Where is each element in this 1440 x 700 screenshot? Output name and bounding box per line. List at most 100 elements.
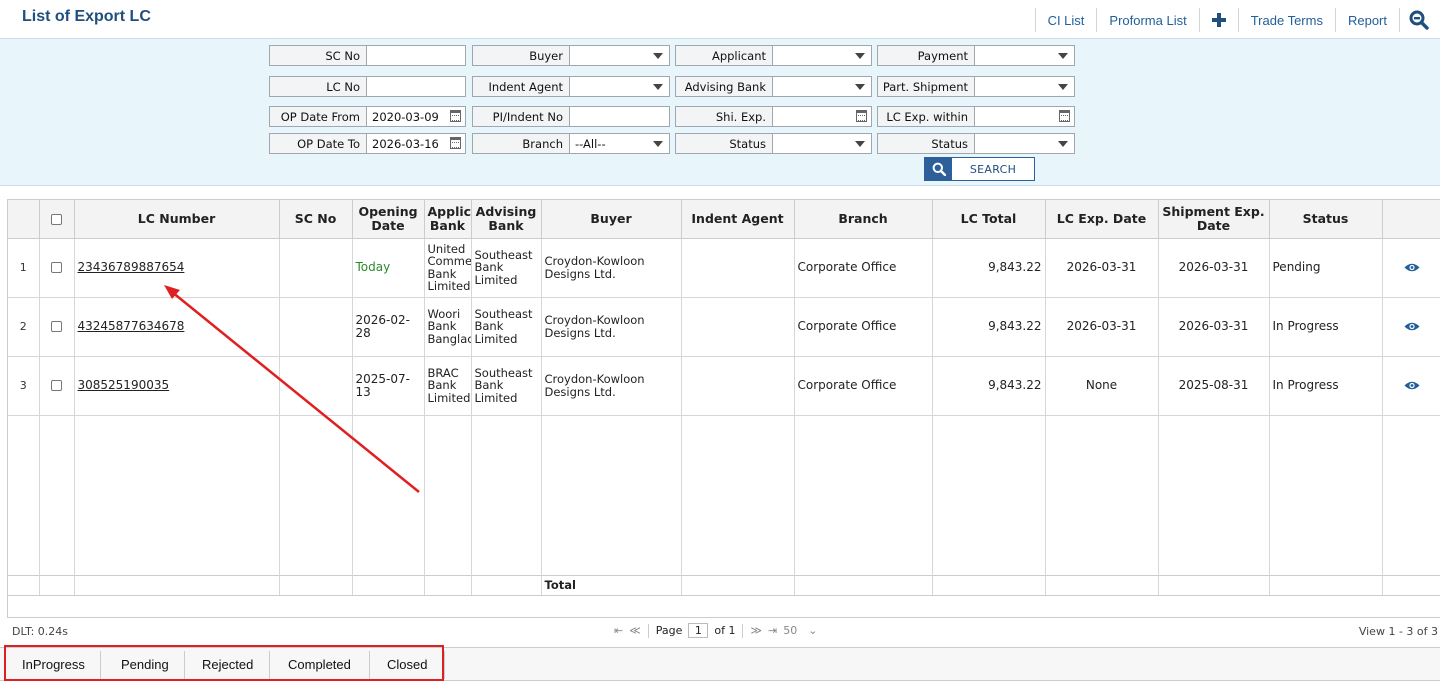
trade-terms-link[interactable]: Trade Terms: [1247, 13, 1327, 28]
search-button[interactable]: SEARCH: [924, 157, 1035, 181]
lc-number-link[interactable]: 308525190035: [78, 378, 170, 392]
chevron-down-icon[interactable]: ⌄: [808, 624, 817, 637]
tab-pending[interactable]: Pending: [121, 657, 169, 672]
lc-table: LC Number SC No Opening Date Applic Bank…: [8, 200, 1440, 596]
pager-divider: [647, 623, 649, 638]
total-label: Total: [541, 574, 682, 596]
col-advising-bank[interactable]: Advising Bank: [471, 200, 542, 239]
lc-number-link[interactable]: 23436789887654: [78, 260, 185, 274]
sc-no-input[interactable]: [367, 46, 465, 65]
tab-rejected[interactable]: Rejected: [202, 657, 253, 672]
sc-no-field[interactable]: [372, 49, 461, 63]
row-checkbox[interactable]: [51, 380, 62, 391]
row-select-cell: [39, 297, 75, 357]
indent-agent-cell: [681, 356, 795, 416]
select-all-checkbox[interactable]: [51, 213, 62, 225]
tab-divider: [269, 651, 270, 679]
page-label: Page: [655, 624, 683, 637]
row-checkbox[interactable]: [51, 262, 62, 273]
calendar-icon[interactable]: [1059, 110, 1070, 122]
advising-bank-cell: Southeast Bank Limited: [471, 297, 542, 357]
status-select[interactable]: [773, 134, 871, 153]
status-filter-2: Status: [877, 133, 1075, 154]
col-applicant-bank[interactable]: Applic Bank: [424, 200, 472, 239]
buyer-select[interactable]: [570, 46, 669, 65]
col-lc-number[interactable]: LC Number: [74, 200, 280, 239]
next-page-icon[interactable]: ≫: [750, 624, 762, 637]
view-eye-icon[interactable]: [1404, 262, 1420, 273]
page-title: List of Export LC: [22, 8, 151, 25]
first-page-icon[interactable]: ⇤: [614, 624, 623, 637]
branch-cell: Corporate Office: [794, 297, 933, 357]
calendar-icon[interactable]: [856, 110, 867, 122]
pi-indent-no-field[interactable]: [575, 110, 665, 124]
view-eye-icon[interactable]: [1404, 321, 1420, 332]
advising-bank-select[interactable]: [773, 77, 871, 96]
search-icon: [925, 158, 952, 180]
toolbar-divider: [1198, 8, 1200, 32]
toolbar-divider: [1096, 8, 1098, 32]
col-indent-agent[interactable]: Indent Agent: [681, 200, 795, 239]
applicant-select[interactable]: [773, 46, 871, 65]
filter-label: Advising Bank: [676, 77, 773, 96]
payment-select[interactable]: [975, 46, 1074, 65]
view-eye-icon[interactable]: [1404, 380, 1420, 391]
row-number: 3: [8, 356, 40, 416]
chevron-down-icon: [855, 53, 865, 59]
sc-no-filter: SC No: [269, 45, 466, 66]
col-lc-total[interactable]: LC Total: [932, 200, 1046, 239]
table-row[interactable]: 3 308525190035 2025-07-13 BRAC Bank Limi…: [8, 356, 1440, 416]
op-date-to-filter: OP Date To 2026-03-16: [269, 133, 466, 154]
tab-inprogress[interactable]: InProgress: [22, 657, 85, 672]
pi-indent-no-input[interactable]: [570, 107, 669, 126]
lc-no-field[interactable]: [372, 80, 461, 94]
page-input[interactable]: 1: [688, 623, 709, 638]
advising-bank-cell: Southeast Bank Limited: [471, 356, 542, 416]
calendar-icon[interactable]: [450, 110, 461, 122]
page-size-select[interactable]: 50: [783, 624, 797, 637]
proforma-list-link[interactable]: Proforma List: [1105, 13, 1190, 28]
indent-agent-cell: [681, 297, 795, 357]
lc-number-cell: 43245877634678: [74, 297, 280, 357]
empty-grid-area: [8, 415, 1440, 575]
op-date-to-input[interactable]: 2026-03-16: [367, 134, 465, 153]
col-buyer[interactable]: Buyer: [541, 200, 682, 239]
filter-label: LC Exp. within: [878, 107, 975, 126]
col-status[interactable]: Status: [1269, 200, 1383, 239]
select-all-cell: [39, 200, 75, 239]
calendar-icon[interactable]: [450, 137, 461, 149]
row-checkbox[interactable]: [51, 321, 62, 332]
shipment-exp-date-cell: 2026-03-31: [1158, 238, 1270, 298]
add-icon[interactable]: [1208, 9, 1230, 31]
tab-closed[interactable]: Closed: [387, 657, 427, 672]
op-date-from-input[interactable]: 2020-03-09: [367, 107, 465, 126]
lc-no-input[interactable]: [367, 77, 465, 96]
filter-label: OP Date From: [270, 107, 367, 126]
branch-select[interactable]: --All--: [570, 134, 669, 153]
branch-cell: Corporate Office: [794, 356, 933, 416]
part-shipment-select[interactable]: [975, 77, 1074, 96]
report-link[interactable]: Report: [1344, 13, 1391, 28]
ci-list-link[interactable]: CI List: [1044, 13, 1089, 28]
lc-number-link[interactable]: 43245877634678: [78, 319, 185, 333]
indent-agent-select[interactable]: [570, 77, 669, 96]
table-row[interactable]: 1 23436789887654 Today United Comme Bank…: [8, 238, 1440, 298]
filter-panel: SC No LC No OP Date From 2020-03-09 OP D…: [0, 38, 1440, 186]
lc-exp-date-cell: 2026-03-31: [1045, 297, 1159, 357]
col-shipment-exp-date[interactable]: Shipment Exp. Date: [1158, 200, 1270, 239]
shi-exp-input[interactable]: [773, 107, 871, 126]
last-page-icon[interactable]: ⇥: [768, 624, 777, 637]
tab-completed[interactable]: Completed: [288, 657, 351, 672]
lc-total-cell: 9,843.22: [932, 356, 1046, 416]
lc-exp-within-input[interactable]: [975, 107, 1074, 126]
col-branch[interactable]: Branch: [794, 200, 933, 239]
prev-page-icon[interactable]: ≪: [629, 624, 641, 637]
search-toggle-icon[interactable]: [1408, 9, 1430, 31]
filter-label: Payment: [878, 46, 975, 65]
col-opening-date[interactable]: Opening Date: [352, 200, 425, 239]
filter-label: LC No: [270, 77, 367, 96]
table-row[interactable]: 2 43245877634678 2026-02-28 Woori Bank B…: [8, 297, 1440, 357]
col-sc-no[interactable]: SC No: [279, 200, 353, 239]
status-select-2[interactable]: [975, 134, 1074, 153]
col-lc-exp-date[interactable]: LC Exp. Date: [1045, 200, 1159, 239]
